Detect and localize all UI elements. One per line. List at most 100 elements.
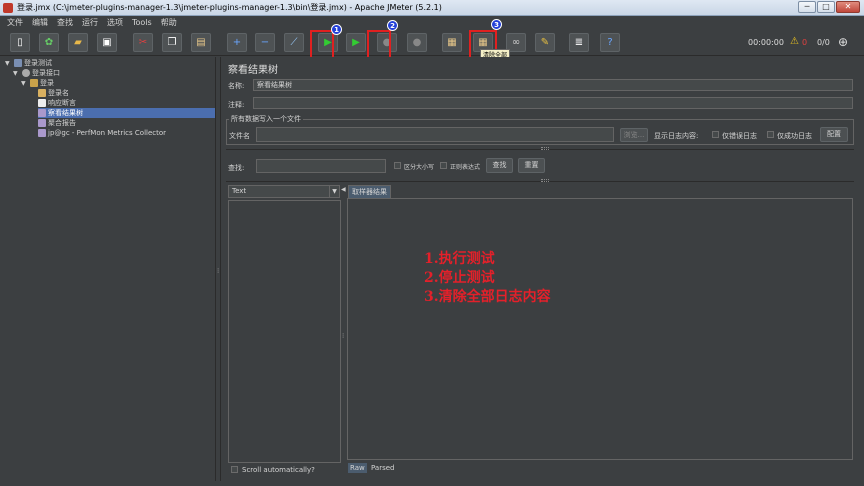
menu-run[interactable]: 运行 (82, 17, 98, 28)
clear-button[interactable]: ▦ (442, 33, 462, 52)
open-button[interactable]: ▰ (68, 33, 88, 52)
tree-item-label: 登录测试 (24, 59, 52, 67)
help-button[interactable]: ? (600, 33, 620, 52)
maximize-button[interactable]: □ (817, 1, 835, 13)
search-button[interactable]: 查找 (486, 158, 513, 173)
menu-search[interactable]: 查找 (57, 17, 73, 28)
paste-button[interactable]: ▤ (191, 33, 211, 52)
save-icon: ▣ (102, 36, 112, 48)
thread-count: 0/0 (817, 38, 830, 47)
save-button[interactable]: ▣ (97, 33, 117, 52)
configure-button[interactable]: 配置 (820, 127, 848, 142)
shutdown-icon: ● (412, 36, 422, 48)
menu-tools[interactable]: Tools (132, 18, 152, 27)
errors-only-label: 仅错误日志 (722, 132, 757, 140)
warning-count: 0 (802, 38, 808, 47)
templates-icon: ✿ (44, 36, 54, 48)
reset-button[interactable]: 重置 (518, 158, 545, 173)
success-only-checkbox[interactable] (767, 131, 774, 138)
tab-sampler-result[interactable]: 取样器结果 (348, 185, 391, 198)
tree-item-thread-group[interactable]: ▼ 登录接口 (13, 68, 60, 78)
warning-icon[interactable]: ⚠ (790, 36, 799, 47)
filename-label: 文件名 (229, 132, 250, 140)
toggle-button[interactable]: ⟋ (284, 33, 304, 52)
start-no-pauses-button[interactable]: ▶ (346, 33, 366, 52)
divider (226, 181, 854, 182)
tree-item-label: 聚合报告 (48, 119, 76, 127)
menu-help[interactable]: 帮助 (161, 17, 177, 28)
expand-arrow-icon[interactable]: ▼ (13, 70, 20, 77)
reset-search-button[interactable]: ✎ (535, 33, 555, 52)
split-handle[interactable] (541, 147, 549, 150)
regex-checkbox[interactable] (440, 162, 447, 169)
tree-item-extractor[interactable]: 登录名 (38, 88, 69, 98)
tree-splitter[interactable]: ⁞ (215, 57, 221, 481)
tree-item-label: 登录 (40, 79, 54, 87)
filename-field[interactable] (256, 127, 614, 142)
expand-button[interactable]: + (227, 33, 247, 52)
menu-file[interactable]: 文件 (7, 17, 23, 28)
tree-item-label: 登录接口 (32, 69, 60, 77)
renderer-select[interactable]: Text ▼ (228, 185, 340, 198)
close-window-button[interactable]: ✕ (836, 1, 860, 13)
errors-only-checkbox[interactable] (712, 131, 719, 138)
sample-list[interactable] (228, 200, 341, 463)
list-icon: ≣ (574, 36, 584, 48)
expand-arrow-icon[interactable]: ▼ (5, 60, 12, 67)
regex-label: 正则表达式 (450, 164, 481, 171)
cut-button[interactable]: ✂ (133, 33, 153, 52)
grip-icon[interactable]: ⁞ (342, 332, 344, 340)
result-detail-pane (347, 198, 853, 460)
broom-icon: ▦ (447, 36, 457, 48)
comment-field[interactable] (253, 97, 853, 109)
menu-bar: 文件 编辑 查找 运行 选项 Tools 帮助 (0, 16, 864, 29)
split-handle[interactable] (541, 179, 549, 182)
case-sensitive-checkbox[interactable] (394, 162, 401, 169)
menu-edit[interactable]: 编辑 (32, 17, 48, 28)
tree-item-test-plan[interactable]: ▼ 登录测试 (5, 58, 52, 68)
extractor-icon (38, 89, 46, 97)
plus-icon: + (232, 36, 242, 48)
name-label: 名称: (228, 82, 245, 90)
tree-item-sampler[interactable]: ▼ 登录 (21, 78, 54, 88)
window-title: 登录.jmx (C:\jmeter-plugins-manager-1.3\jm… (17, 3, 442, 12)
divider (226, 149, 854, 150)
tree-item-label: 登录名 (48, 89, 69, 97)
tree-item-perfmon[interactable]: jp@gc - PerfMon Metrics Collector (38, 128, 166, 138)
sampler-icon (30, 79, 38, 87)
tree-item-aggregate-report[interactable]: 聚合报告 (38, 118, 76, 128)
name-field[interactable]: 察看结果树 (253, 79, 853, 91)
function-helper-button[interactable]: ≣ (569, 33, 589, 52)
tree-item-label: jp@gc - PerfMon Metrics Collector (48, 129, 167, 137)
remote-settings-icon[interactable]: ⊕ (838, 35, 848, 49)
tab-parsed[interactable]: Parsed (369, 463, 396, 473)
tab-raw[interactable]: Raw (348, 463, 367, 473)
file-group-legend: 所有数据写入一个文件 (229, 114, 303, 124)
search-field[interactable] (256, 159, 386, 173)
help-book-icon: ? (607, 36, 613, 48)
browse-button[interactable]: 浏览... (620, 128, 648, 142)
copy-icon: ❐ (167, 36, 177, 48)
toolbar: ▯ ✿ ▰ ▣ ✂ ❐ ▤ + − ⟋ ▶ ▶ ● ● ▦ ▦ ∞ ✎ ≣ ? … (0, 19, 864, 64)
collapse-button[interactable]: − (255, 33, 275, 52)
renderer-value: Text (232, 187, 247, 195)
templates-button[interactable]: ✿ (39, 33, 59, 52)
tree-item-view-results-tree[interactable]: 察看结果树 (38, 108, 215, 118)
assertion-icon (38, 99, 46, 107)
collapse-left-icon[interactable]: ◀ (341, 186, 346, 193)
copy-button[interactable]: ❐ (162, 33, 182, 52)
scroll-automatically-checkbox[interactable] (231, 466, 238, 473)
tree-item-assertion[interactable]: 响应断言 (38, 98, 76, 108)
new-button[interactable]: ▯ (10, 33, 30, 52)
tree-item-label: 响应断言 (48, 99, 76, 107)
expand-arrow-icon[interactable]: ▼ (21, 80, 28, 87)
test-plan-icon (14, 59, 22, 67)
minus-icon: − (260, 36, 270, 48)
chevron-down-icon[interactable]: ▼ (329, 186, 339, 197)
listener-icon (38, 129, 46, 137)
comment-label: 注释: (228, 101, 245, 109)
elapsed-time: 00:00:00 (748, 38, 784, 47)
menu-options[interactable]: 选项 (107, 17, 123, 28)
minimize-button[interactable]: ─ (798, 1, 816, 13)
shutdown-button[interactable]: ● (407, 33, 427, 52)
